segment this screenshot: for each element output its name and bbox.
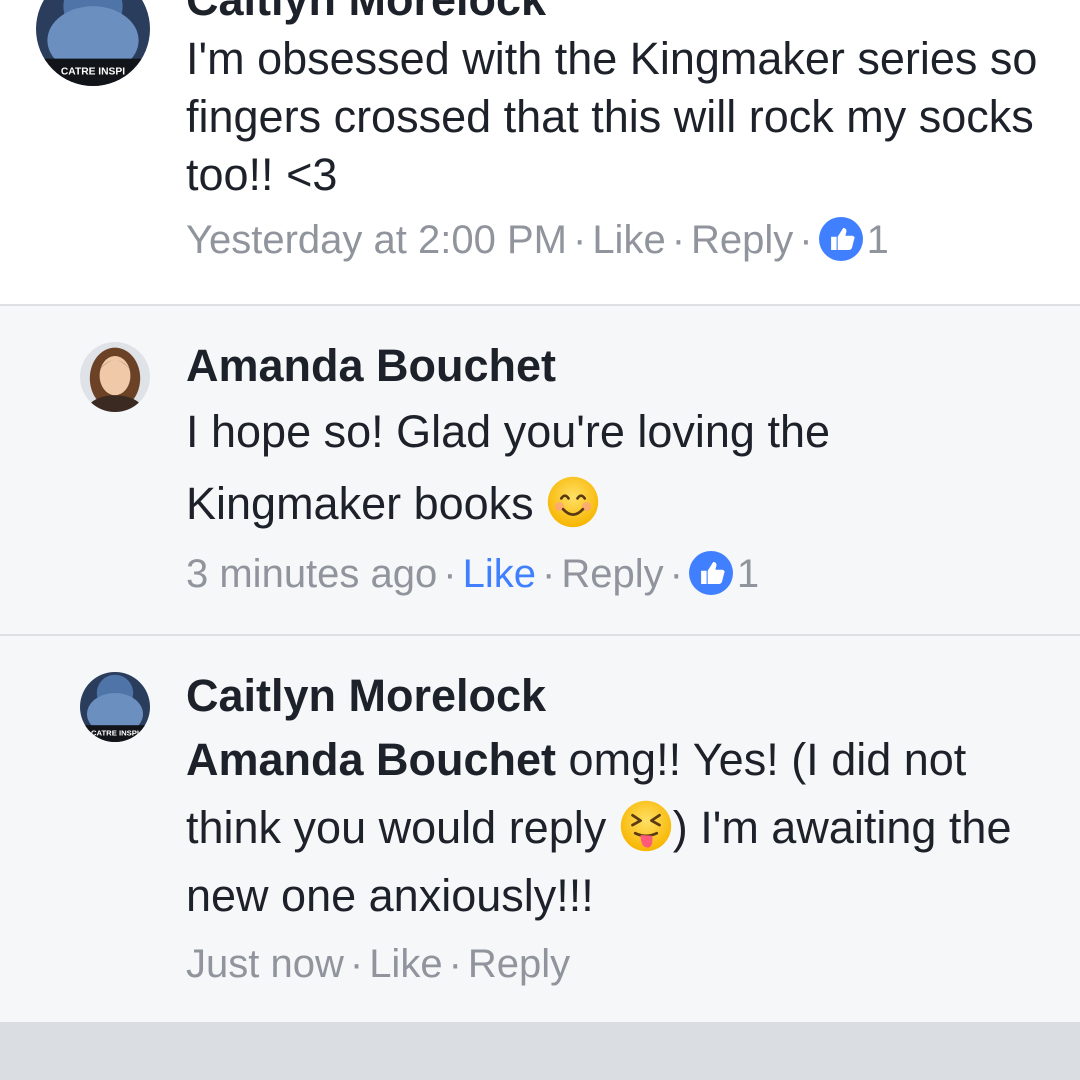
avatar-caitlyn[interactable]: CATRE INSPI [36,0,150,86]
like-button[interactable]: Like [592,218,665,262]
comment-meta: Just now · Like · Reply [186,942,571,986]
like-button[interactable]: Like [463,552,536,596]
comment-author[interactable]: Amanda Bouchet [186,336,1040,396]
reaction-count[interactable]: 1 [737,552,759,596]
avatar-amanda[interactable] [80,342,150,412]
comment-text: Amanda Bouchet omg!! Yes! (I did not thi… [186,734,1012,921]
comment-amanda: Amanda Bouchet I hope so! Glad you're lo… [0,304,1080,634]
reply-button[interactable]: Reply [691,218,793,262]
reply-button[interactable]: Reply [468,942,570,986]
svg-text:CATRE INSPI: CATRE INSPI [61,67,125,78]
thumbs-up-icon[interactable] [818,217,863,261]
comment-text: I'm obsessed with the Kingmaker series s… [186,33,1038,200]
avatar-caitlyn[interactable]: CATRE INSPI [80,672,150,742]
reaction-count[interactable]: 1 [867,218,889,262]
bottom-bar [0,1022,1080,1080]
comment-caitlyn-2: CATRE INSPI Caitlyn Morelock Amanda Bouc… [0,634,1080,1022]
comment-meta: 3 minutes ago · Like · Reply · 1 [186,551,760,596]
svg-text:CATRE INSPI: CATRE INSPI [91,729,139,738]
smiling-face-emoji-icon [546,475,600,529]
comment-caitlyn-1: CATRE INSPI Caitlyn Morelock I'm obsesse… [0,0,1080,304]
comment-text: I hope so! Glad you're loving the Kingma… [186,406,830,529]
like-button[interactable]: Like [369,942,442,986]
comment-author[interactable]: Caitlyn Morelock [186,666,1040,726]
comment-author[interactable]: Caitlyn Morelock [186,0,1040,30]
timestamp[interactable]: 3 minutes ago [186,552,437,596]
comment-meta: Yesterday at 2:00 PM · Like · Reply · 1 [186,217,889,262]
reply-button[interactable]: Reply [561,552,663,596]
timestamp[interactable]: Just now [186,942,344,986]
thumbs-up-icon[interactable] [688,551,733,595]
timestamp[interactable]: Yesterday at 2:00 PM [186,218,567,262]
mention-link[interactable]: Amanda Bouchet [186,734,556,785]
squinting-tongue-emoji-icon [619,799,673,853]
